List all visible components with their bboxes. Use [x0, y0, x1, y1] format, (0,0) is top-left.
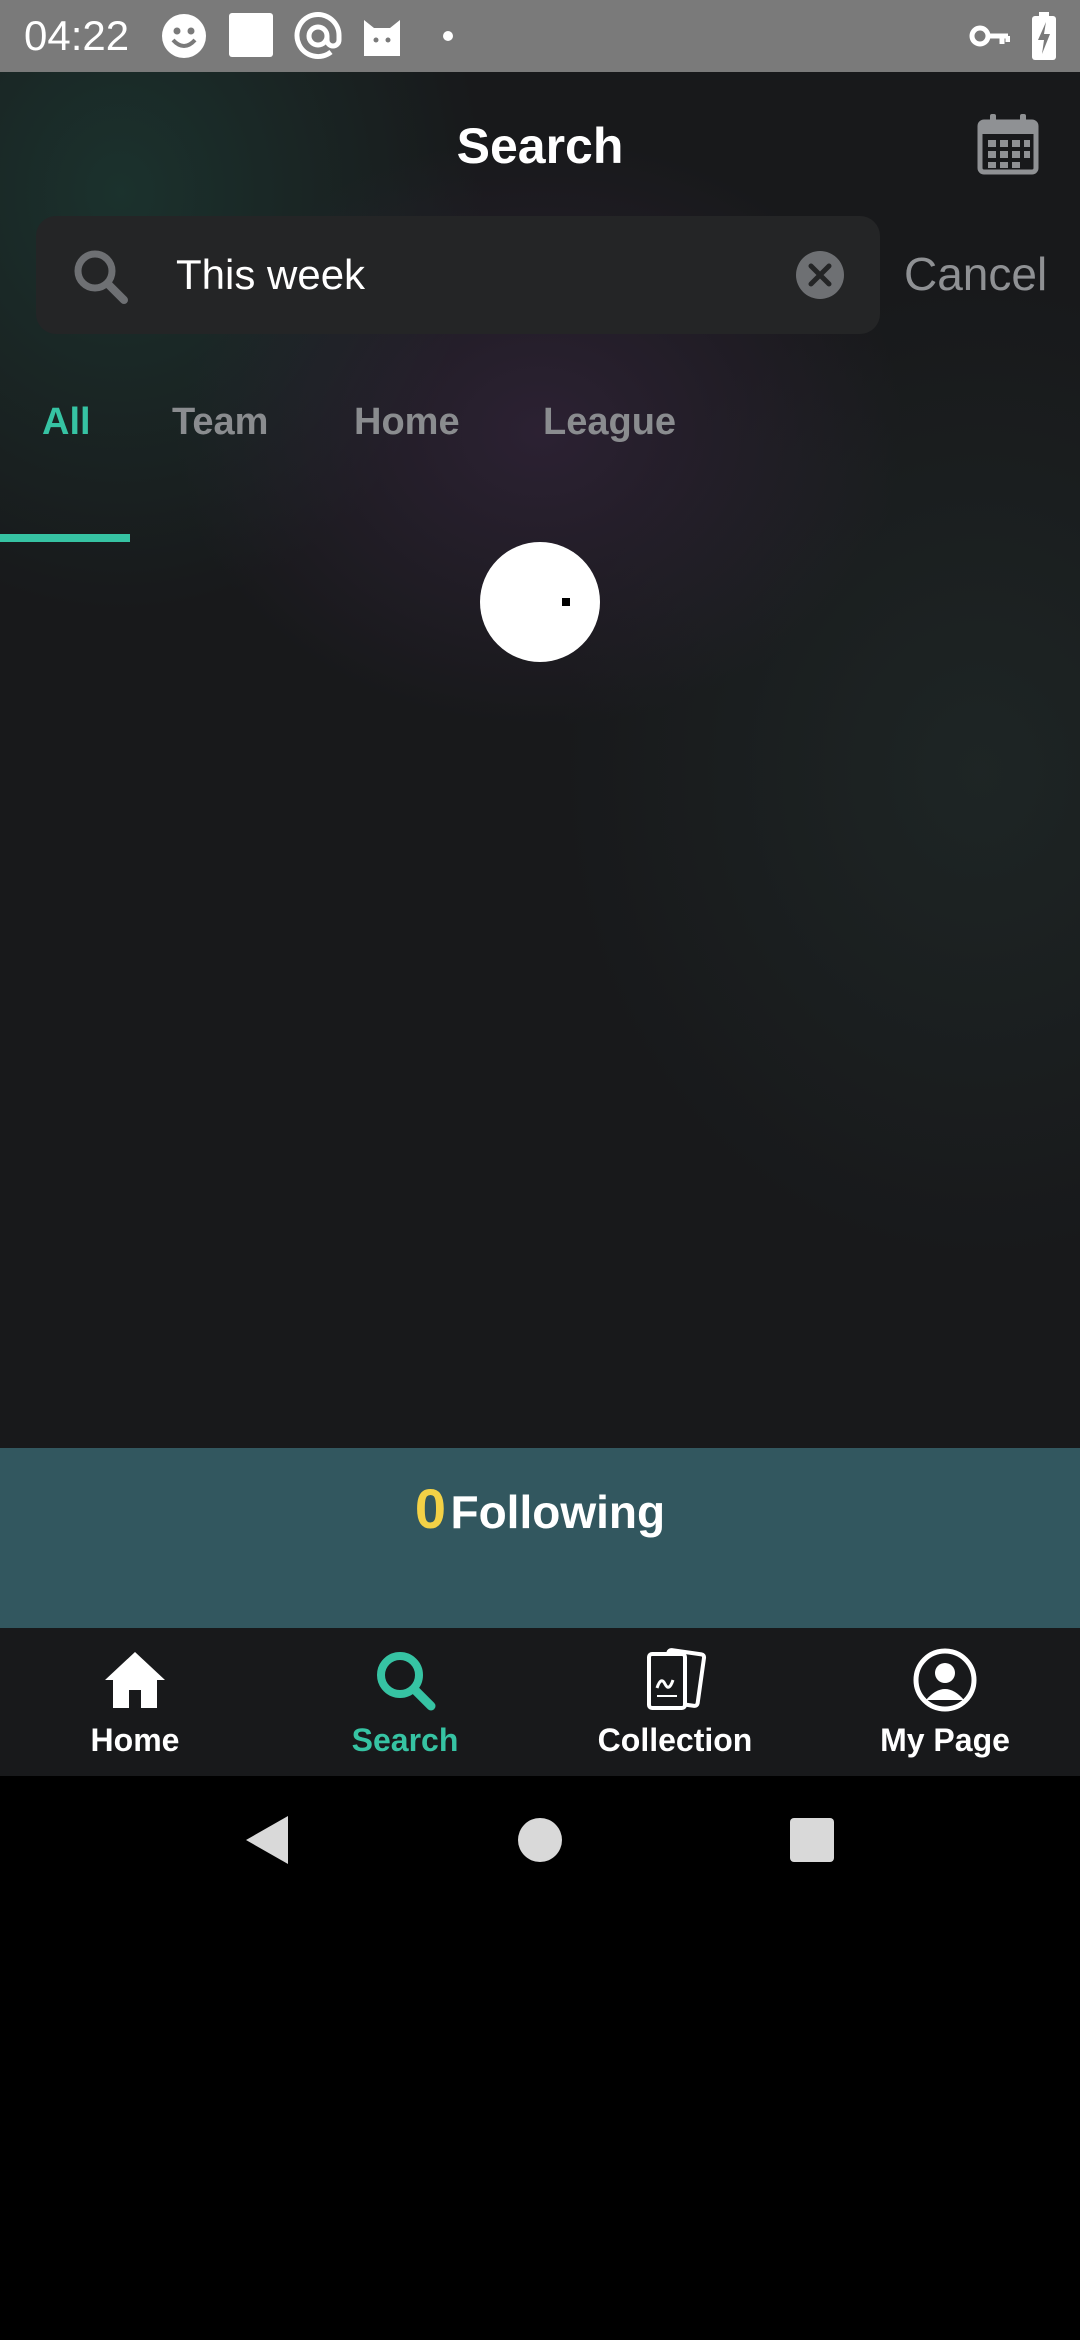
- nav-home[interactable]: Home: [0, 1628, 270, 1776]
- battery-charging-icon: [1032, 12, 1056, 60]
- nav-search-label: Search: [351, 1722, 459, 1758]
- app-content: Search Cancel All: [0, 72, 1080, 1448]
- system-nav-bar: [0, 1776, 1080, 1916]
- following-label: Following: [450, 1486, 666, 1538]
- back-icon[interactable]: [240, 1812, 296, 1868]
- following-count: 0: [414, 1477, 447, 1540]
- search-input[interactable]: [176, 240, 786, 310]
- home-icon: [105, 1652, 165, 1708]
- profile-icon: [913, 1648, 977, 1712]
- nav-home-label: Home: [90, 1722, 180, 1758]
- loading-spinner: [480, 542, 600, 662]
- cancel-button[interactable]: Cancel: [904, 244, 1047, 304]
- status-time: 04:22: [24, 12, 130, 59]
- nav-my-page[interactable]: My Page: [810, 1628, 1080, 1776]
- tab-home[interactable]: Home: [354, 372, 460, 472]
- spinner-dot: [562, 598, 570, 606]
- tab-indicator: [0, 534, 130, 542]
- nav-collection[interactable]: Collection: [540, 1628, 810, 1776]
- page-title: Search: [456, 118, 624, 174]
- square-icon: [229, 13, 273, 57]
- filter-tabs: All Team Home League: [0, 372, 1080, 472]
- bottom-nav: Home Search Collection My Page: [0, 1628, 1080, 1776]
- tab-team[interactable]: Team: [172, 372, 268, 472]
- clear-icon[interactable]: [795, 250, 845, 300]
- recents-icon[interactable]: [784, 1812, 840, 1868]
- nav-collection-label: Collection: [597, 1722, 753, 1758]
- collection-icon: [647, 1648, 707, 1710]
- following-summary: 0 Following: [0, 1474, 1080, 1547]
- tab-league[interactable]: League: [543, 372, 676, 472]
- cat-icon: [364, 20, 400, 56]
- calendar-icon[interactable]: [976, 112, 1040, 176]
- nav-my-page-label: My Page: [880, 1722, 1010, 1758]
- dot-icon: [443, 31, 453, 41]
- screen: 04:22 Search This week Cancel All Team H…: [0, 0, 1080, 2340]
- smiley-icon: [162, 14, 206, 58]
- nav-search[interactable]: Search: [270, 1628, 540, 1776]
- following-bar[interactable]: 0 Following: [0, 1448, 1080, 1628]
- status-bar: 04:22: [0, 0, 1080, 72]
- search-icon: [377, 1652, 436, 1711]
- home-circle-icon[interactable]: [512, 1812, 568, 1868]
- at-icon: [294, 12, 342, 59]
- search-icon: [74, 250, 128, 304]
- key-icon: [969, 25, 1010, 47]
- tab-all[interactable]: All: [42, 372, 91, 472]
- search-bar: [36, 216, 880, 334]
